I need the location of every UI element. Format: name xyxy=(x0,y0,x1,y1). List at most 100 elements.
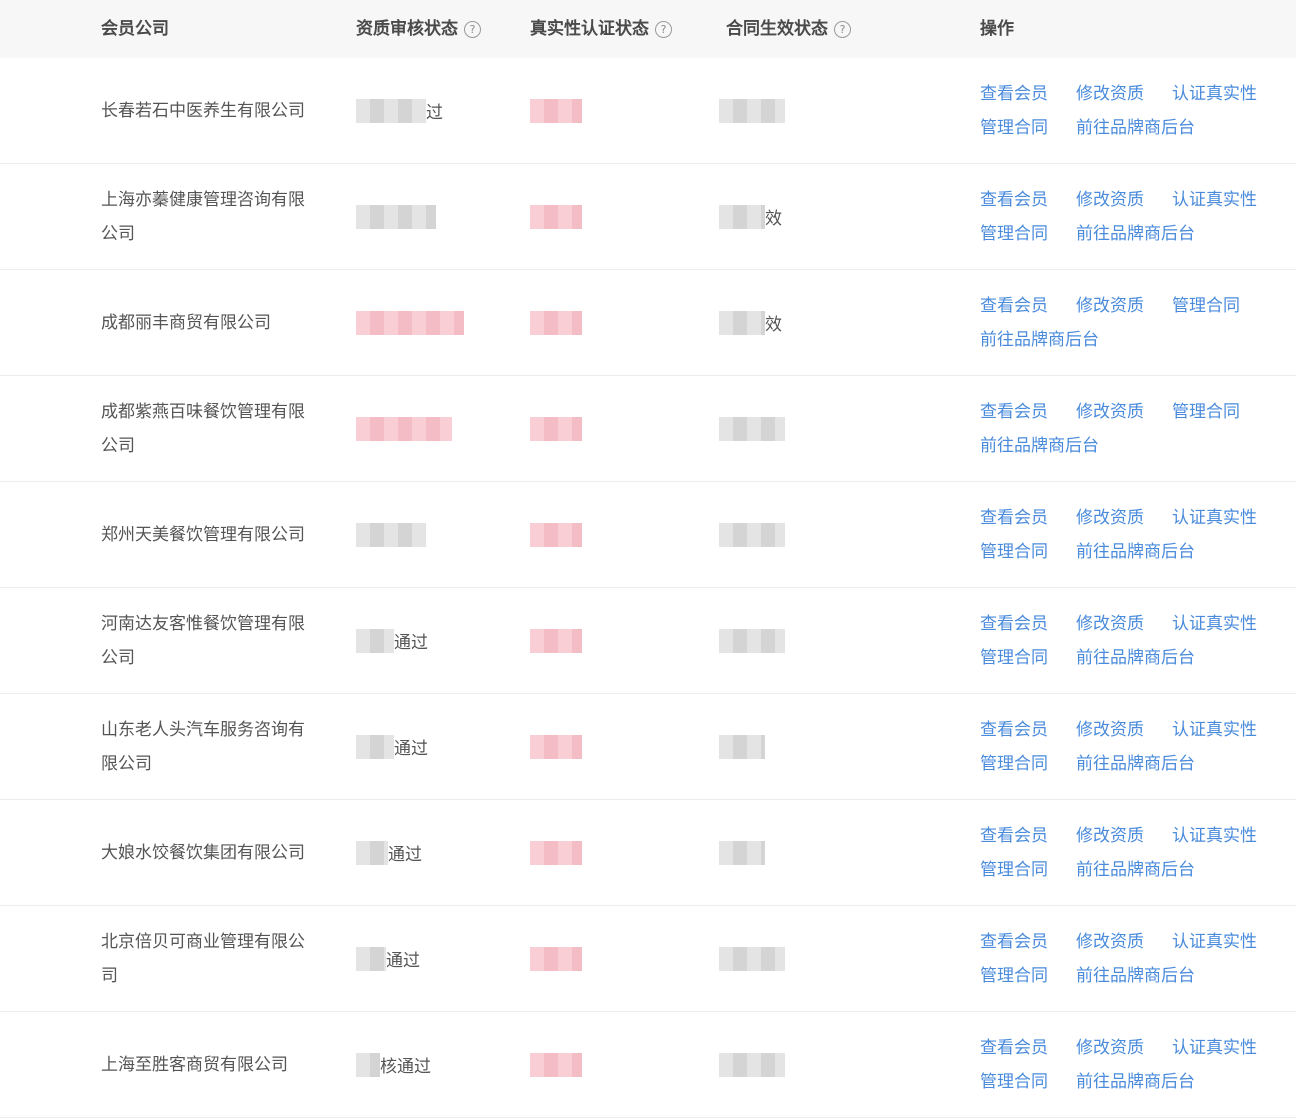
edit-qualification-link[interactable]: 修改资质 xyxy=(1076,819,1144,853)
qualification-status-cell xyxy=(356,164,466,269)
contract-status-cell xyxy=(719,58,789,163)
mosaic-block xyxy=(719,98,785,123)
table-body: 长春若石中医养生有限公司过查看会员 修改资质 认证真实性 管理合同 前往品牌商后台 上海亦… xyxy=(0,58,1296,1118)
brand-backend-link[interactable]: 前往品牌商后台 xyxy=(1076,853,1195,887)
qualification-status-cell: 核通过 xyxy=(356,1012,466,1117)
row-actions: 查看会员 修改资质 认证真实性 管理合同 前往品牌商后台 xyxy=(980,1012,1290,1117)
action-line: 查看会员 修改资质 管理合同 xyxy=(980,289,1290,323)
brand-backend-link[interactable]: 前往品牌商后台 xyxy=(1076,535,1195,569)
contract-status-cell xyxy=(719,588,789,693)
contract-status-cell xyxy=(719,800,789,905)
verify-authenticity-link[interactable]: 认证真实性 xyxy=(1172,713,1257,747)
company-name-line: 公司 xyxy=(101,223,135,244)
verify-authenticity-link[interactable]: 认证真实性 xyxy=(1172,77,1257,111)
view-member-link[interactable]: 查看会员 xyxy=(980,1031,1048,1065)
edit-qualification-link[interactable]: 修改资质 xyxy=(1076,183,1144,217)
question-circle-icon[interactable]: ? xyxy=(655,20,672,38)
brand-backend-link[interactable]: 前往品牌商后台 xyxy=(980,429,1099,463)
company-name-line: 上海亦蓁健康管理咨询有限 xyxy=(101,189,305,210)
brand-backend-link[interactable]: 前往品牌商后台 xyxy=(1076,111,1195,145)
view-member-link[interactable]: 查看会员 xyxy=(980,713,1048,747)
company-name: 成都丽丰商贸有限公司 xyxy=(101,306,271,340)
mosaic-block xyxy=(530,98,582,123)
manage-contract-link[interactable]: 管理合同 xyxy=(980,853,1048,887)
action-line: 管理合同 前往品牌商后台 xyxy=(980,535,1290,569)
edit-qualification-link[interactable]: 修改资质 xyxy=(1076,713,1144,747)
manage-contract-link[interactable]: 管理合同 xyxy=(980,535,1048,569)
row-actions: 查看会员 修改资质 认证真实性管理合同 前往品牌商后台 xyxy=(980,58,1290,163)
redacted-mosaic: 通过 xyxy=(356,734,428,759)
manage-contract-link[interactable]: 管理合同 xyxy=(980,217,1048,251)
verify-authenticity-link[interactable]: 认证真实性 xyxy=(1172,183,1257,217)
edit-qualification-link[interactable]: 修改资质 xyxy=(1076,501,1144,535)
view-member-link[interactable]: 查看会员 xyxy=(980,289,1048,323)
edit-qualification-link[interactable]: 修改资质 xyxy=(1076,395,1144,429)
manage-contract-link[interactable]: 管理合同 xyxy=(1172,289,1240,323)
brand-backend-link[interactable]: 前往品牌商后台 xyxy=(1076,747,1195,781)
brand-backend-link[interactable]: 前往品牌商后台 xyxy=(1076,959,1195,993)
company-name-line: 郑州天美餐饮管理有限公司 xyxy=(101,524,305,545)
brand-backend-link[interactable]: 前往品牌商后台 xyxy=(980,323,1099,357)
table-row: 成都紫燕百味餐饮管理有限 公司 查看会员 修改资质 管理合同前往品牌商后台 xyxy=(0,376,1296,482)
verify-authenticity-link[interactable]: 认证真实性 xyxy=(1172,607,1257,641)
edit-qualification-link[interactable]: 修改资质 xyxy=(1076,1031,1144,1065)
verify-authenticity-link[interactable]: 认证真实性 xyxy=(1172,501,1257,535)
manage-contract-link[interactable]: 管理合同 xyxy=(980,111,1048,145)
view-member-link[interactable]: 查看会员 xyxy=(980,183,1048,217)
verify-authenticity-link[interactable]: 认证真实性 xyxy=(1172,819,1257,853)
company-name-line: 公司 xyxy=(101,435,135,456)
company-name-cell: 北京倍贝可商业管理有限公司 xyxy=(101,906,323,1011)
verify-authenticity-link[interactable]: 认证真实性 xyxy=(1172,1031,1257,1065)
authenticity-status-cell xyxy=(530,164,590,269)
company-name-line: 限公司 xyxy=(101,753,152,774)
contract-status-cell xyxy=(719,906,789,1011)
company-name: 成都紫燕百味餐饮管理有限 公司 xyxy=(101,395,305,463)
qualification-status-cell: 通过 xyxy=(356,694,466,799)
authenticity-status-cell xyxy=(530,482,590,587)
company-name-line: 大娘水饺餐饮集团有限公司 xyxy=(101,842,305,863)
view-member-link[interactable]: 查看会员 xyxy=(980,501,1048,535)
authenticity-status-cell xyxy=(530,694,590,799)
redacted-mosaic xyxy=(719,734,765,759)
edit-qualification-link[interactable]: 修改资质 xyxy=(1076,77,1144,111)
table-row: 上海亦蓁健康管理咨询有限 公司 效 查看会员 修改资质 认证真实性 管理合同 前往品牌商后台 xyxy=(0,164,1296,270)
qualification-status-text: 通过 xyxy=(394,633,428,653)
manage-contract-link[interactable]: 管理合同 xyxy=(980,1065,1048,1099)
question-circle-icon[interactable]: ? xyxy=(464,20,481,38)
view-member-link[interactable]: 查看会员 xyxy=(980,77,1048,111)
view-member-link[interactable]: 查看会员 xyxy=(980,395,1048,429)
header-contract-label: 合同生效状态 xyxy=(726,19,828,39)
edit-qualification-link[interactable]: 修改资质 xyxy=(1076,607,1144,641)
mosaic-block xyxy=(719,522,785,547)
qualification-status-cell: 过 xyxy=(356,58,466,163)
mosaic-block xyxy=(719,416,785,441)
redacted-mosaic: 通过 xyxy=(356,946,420,971)
redacted-mosaic xyxy=(719,416,785,441)
redacted-mosaic xyxy=(719,946,785,971)
qualification-status-cell xyxy=(356,270,466,375)
manage-contract-link[interactable]: 管理合同 xyxy=(980,959,1048,993)
action-line: 管理合同 前往品牌商后台 xyxy=(980,1065,1290,1099)
verify-authenticity-link[interactable]: 认证真实性 xyxy=(1172,925,1257,959)
manage-contract-link[interactable]: 管理合同 xyxy=(1172,395,1240,429)
edit-qualification-link[interactable]: 修改资质 xyxy=(1076,925,1144,959)
redacted-mosaic xyxy=(530,628,582,653)
redacted-mosaic xyxy=(530,204,582,229)
edit-qualification-link[interactable]: 修改资质 xyxy=(1076,289,1144,323)
redacted-mosaic xyxy=(530,416,582,441)
brand-backend-link[interactable]: 前往品牌商后台 xyxy=(1076,217,1195,251)
manage-contract-link[interactable]: 管理合同 xyxy=(980,747,1048,781)
action-line: 查看会员 修改资质 认证真实性 xyxy=(980,183,1290,217)
view-member-link[interactable]: 查看会员 xyxy=(980,607,1048,641)
brand-backend-link[interactable]: 前往品牌商后台 xyxy=(1076,1065,1195,1099)
company-name: 上海亦蓁健康管理咨询有限 公司 xyxy=(101,183,305,251)
company-name-cell: 成都丽丰商贸有限公司 xyxy=(101,270,323,375)
manage-contract-link[interactable]: 管理合同 xyxy=(980,641,1048,675)
view-member-link[interactable]: 查看会员 xyxy=(980,819,1048,853)
row-actions: 查看会员 修改资质 认证真实性管理合同 前往品牌商后台 xyxy=(980,694,1290,799)
row-actions: 查看会员 修改资质 认证真实性管理合同 前往品牌商后台 xyxy=(980,588,1290,693)
brand-backend-link[interactable]: 前往品牌商后台 xyxy=(1076,641,1195,675)
question-circle-icon[interactable]: ? xyxy=(834,20,851,38)
view-member-link[interactable]: 查看会员 xyxy=(980,925,1048,959)
company-name-cell: 上海亦蓁健康管理咨询有限 公司 xyxy=(101,164,323,269)
